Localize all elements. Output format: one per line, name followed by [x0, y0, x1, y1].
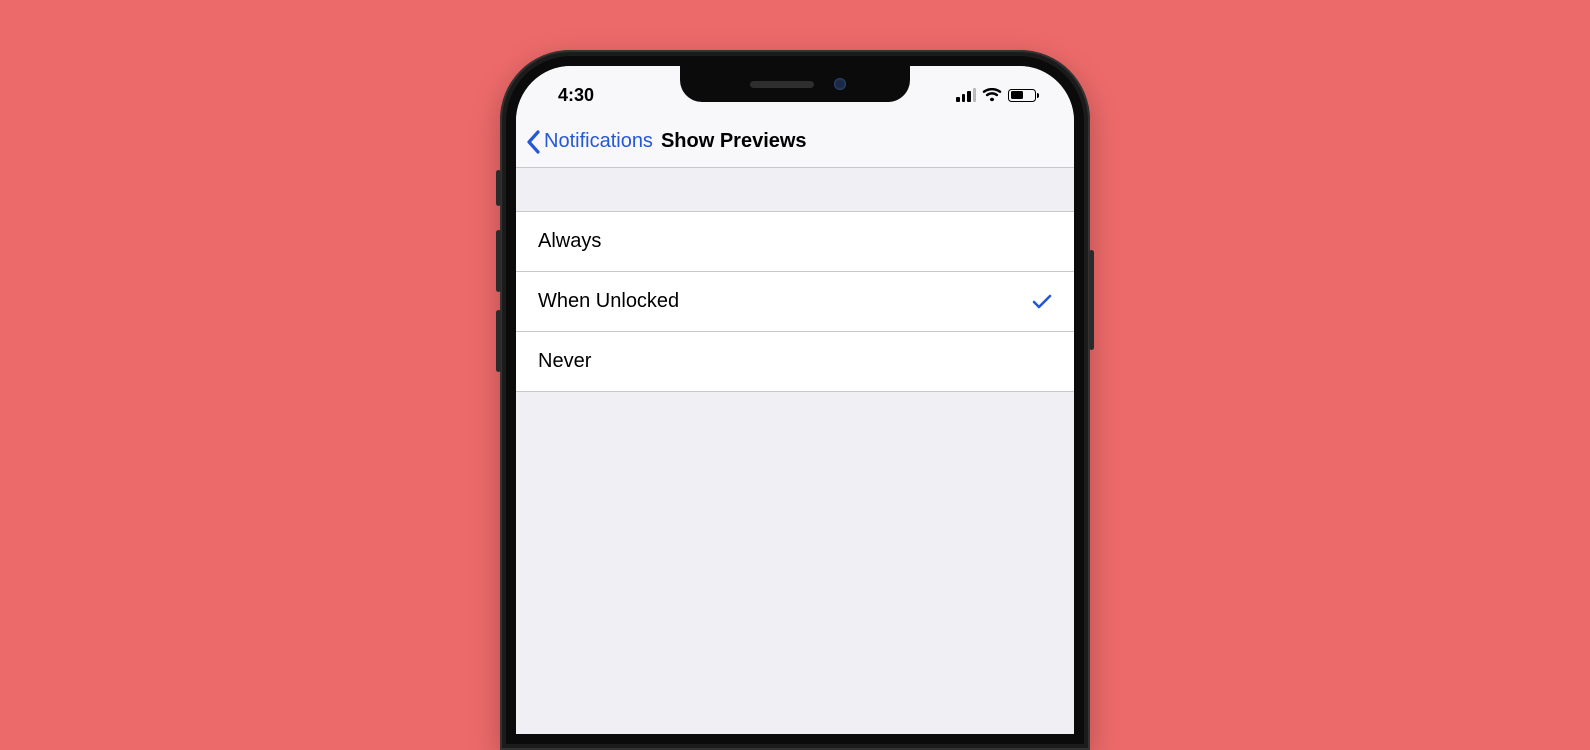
notch	[680, 66, 910, 102]
content-background	[516, 392, 1074, 734]
option-label: Always	[538, 230, 601, 253]
wifi-icon	[982, 88, 1002, 102]
page-title: Show Previews	[661, 130, 807, 153]
battery-icon	[1008, 89, 1036, 102]
checkmark-icon	[1032, 293, 1052, 311]
chevron-left-icon	[524, 129, 542, 155]
phone-frame: 4:30	[500, 50, 1090, 750]
back-label: Notifications	[544, 130, 653, 153]
cellular-signal-icon	[956, 88, 976, 102]
volume-up-button	[496, 230, 501, 292]
option-label: When Unlocked	[538, 290, 679, 313]
screen: 4:30	[516, 66, 1074, 734]
speaker-grille	[750, 81, 814, 88]
option-never[interactable]: Never	[516, 332, 1074, 392]
option-always[interactable]: Always	[516, 212, 1074, 272]
mute-switch	[496, 170, 501, 206]
volume-down-button	[496, 310, 501, 372]
back-button[interactable]: Notifications	[524, 129, 653, 155]
navigation-bar: Notifications Show Previews	[516, 116, 1074, 168]
front-camera	[834, 78, 846, 90]
options-list: Always When Unlocked Never	[516, 212, 1074, 392]
option-label: Never	[538, 350, 591, 373]
option-when-unlocked[interactable]: When Unlocked	[516, 272, 1074, 332]
group-spacer	[516, 168, 1074, 212]
status-time: 4:30	[546, 85, 594, 106]
side-button	[1089, 250, 1094, 350]
